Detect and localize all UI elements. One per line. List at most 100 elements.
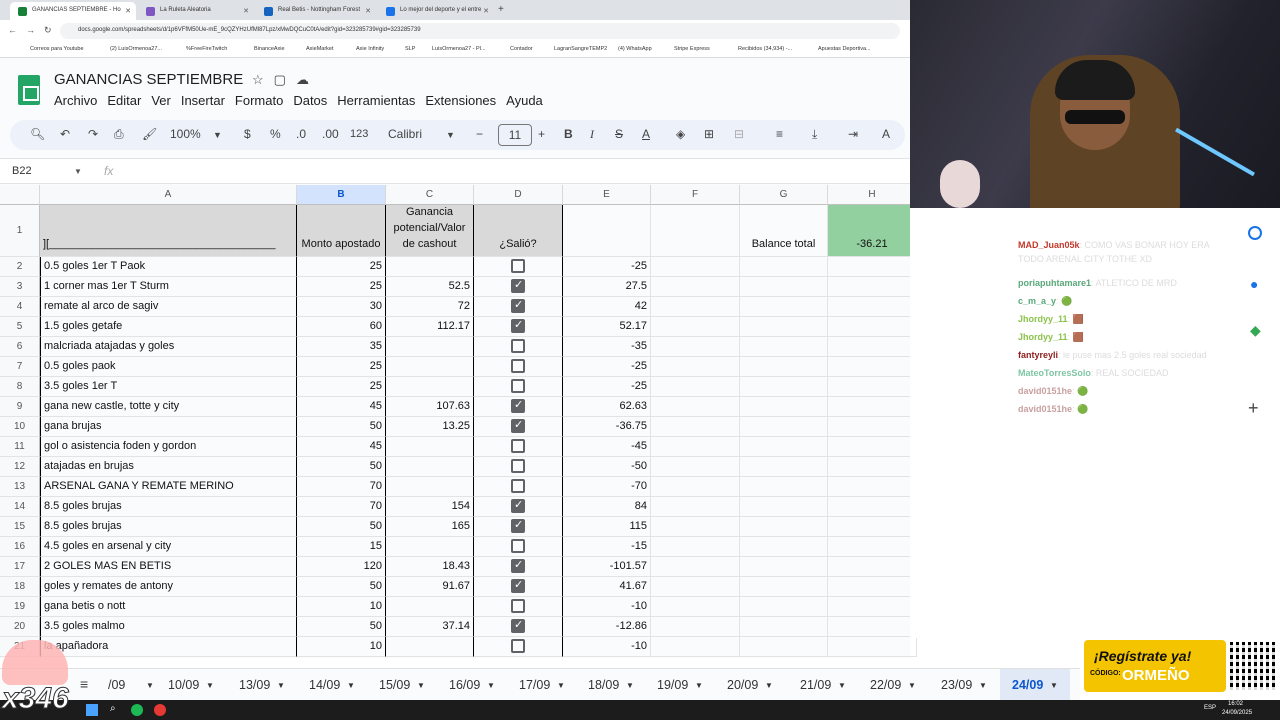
undo-icon[interactable]: ↶ bbox=[60, 127, 70, 141]
stake-cell[interactable]: 25 bbox=[297, 257, 386, 277]
empty-cell[interactable] bbox=[740, 277, 828, 297]
bet-description-cell[interactable]: gana betis o nott bbox=[40, 597, 297, 617]
chevron-down-icon[interactable]: ▼ bbox=[347, 681, 355, 690]
bet-description-cell[interactable]: atajadas en brujas bbox=[40, 457, 297, 477]
increase-decimal-button[interactable]: .00 bbox=[322, 127, 339, 141]
menu-item-extensiones[interactable]: Extensiones bbox=[425, 93, 496, 108]
strikethrough-icon[interactable]: S bbox=[615, 127, 623, 141]
chevron-down-icon[interactable]: ▼ bbox=[908, 681, 916, 690]
empty-cell[interactable] bbox=[651, 317, 740, 337]
bold-icon[interactable]: B bbox=[564, 127, 573, 141]
empty-cell[interactable] bbox=[740, 577, 828, 597]
bookmark-item[interactable]: LuisOrmenoa27 - Pl... bbox=[432, 46, 486, 52]
empty-cell[interactable] bbox=[828, 477, 917, 497]
empty-cell[interactable] bbox=[828, 637, 917, 657]
stake-cell[interactable]: 50 bbox=[297, 577, 386, 597]
result-checkbox-cell[interactable] bbox=[474, 457, 563, 477]
browser-tab-2[interactable]: La Ruleta Aleatoria ✕ bbox=[138, 2, 254, 20]
chevron-down-icon[interactable]: ▼ bbox=[487, 681, 495, 690]
row-header[interactable]: 13 bbox=[0, 477, 40, 497]
chevron-down-icon[interactable]: ▼ bbox=[765, 681, 773, 690]
merge-cells-icon[interactable]: ⊟ bbox=[734, 127, 744, 141]
result-checkbox-cell[interactable] bbox=[474, 277, 563, 297]
empty-cell[interactable] bbox=[828, 317, 917, 337]
stake-cell[interactable]: 50 bbox=[297, 517, 386, 537]
checkbox[interactable] bbox=[511, 578, 525, 593]
column-header-h[interactable]: H bbox=[828, 185, 917, 205]
payout-cell[interactable]: 18.43 bbox=[386, 557, 474, 577]
move-folder-icon[interactable]: ▢ bbox=[274, 72, 296, 87]
chevron-down-icon[interactable]: ▼ bbox=[838, 681, 846, 690]
cloud-status-icon[interactable]: ☁ bbox=[296, 72, 319, 87]
bookmark-item[interactable]: (2) LuisOrmenoa27... bbox=[110, 46, 162, 52]
payout-cell[interactable]: 165 bbox=[386, 517, 474, 537]
payout-cell[interactable] bbox=[386, 357, 474, 377]
empty-cell[interactable] bbox=[740, 497, 828, 517]
chevron-down-icon[interactable]: ▼ bbox=[626, 681, 634, 690]
empty-cell[interactable] bbox=[740, 617, 828, 637]
row-header[interactable]: 5 bbox=[0, 317, 40, 337]
tasks-icon[interactable] bbox=[1248, 226, 1262, 240]
bet-description-cell[interactable]: la apañadora bbox=[40, 637, 297, 657]
bookmark-item[interactable]: Stripe Express bbox=[674, 46, 710, 52]
row-header[interactable]: 18 bbox=[0, 577, 40, 597]
sheet-tab[interactable]: 13/09 bbox=[239, 678, 270, 692]
result-checkbox-cell[interactable] bbox=[474, 437, 563, 457]
empty-cell[interactable] bbox=[651, 337, 740, 357]
net-cell[interactable]: -25 bbox=[563, 357, 651, 377]
net-cell[interactable]: -36.75 bbox=[563, 417, 651, 437]
language-indicator[interactable]: ESP bbox=[1204, 705, 1216, 711]
empty-cell[interactable] bbox=[651, 517, 740, 537]
stake-cell[interactable]: 15 bbox=[297, 537, 386, 557]
result-checkbox-cell[interactable] bbox=[474, 417, 563, 437]
bet-description-cell[interactable]: 8.5 goles brujas bbox=[40, 497, 297, 517]
net-cell[interactable]: 42 bbox=[563, 297, 651, 317]
empty-cell[interactable] bbox=[651, 617, 740, 637]
row-header[interactable]: 19 bbox=[0, 597, 40, 617]
net-cell[interactable]: 41.67 bbox=[563, 577, 651, 597]
horizontal-align-icon[interactable]: ≡ bbox=[776, 127, 783, 141]
stake-cell[interactable]: 50 bbox=[297, 617, 386, 637]
net-cell[interactable]: -35 bbox=[563, 337, 651, 357]
column-header-c[interactable]: C bbox=[386, 185, 474, 205]
empty-cell[interactable] bbox=[651, 537, 740, 557]
bookmark-item[interactable]: Contador bbox=[510, 46, 533, 52]
checkbox[interactable] bbox=[511, 479, 525, 493]
decrease-decimal-button[interactable]: .0 bbox=[296, 127, 306, 141]
checkbox[interactable] bbox=[511, 459, 525, 473]
empty-cell[interactable] bbox=[651, 417, 740, 437]
empty-cell[interactable] bbox=[740, 417, 828, 437]
payout-cell[interactable] bbox=[386, 537, 474, 557]
bet-description-cell[interactable]: 0.5 goles paok bbox=[40, 357, 297, 377]
result-checkbox-cell[interactable] bbox=[474, 377, 563, 397]
result-checkbox-cell[interactable] bbox=[474, 597, 563, 617]
fill-color-icon[interactable]: ◈ bbox=[676, 127, 685, 141]
sheet-tab[interactable]: 16/09 bbox=[449, 678, 480, 692]
column-header-g[interactable]: G bbox=[740, 185, 828, 205]
payout-cell[interactable] bbox=[386, 457, 474, 477]
empty-cell[interactable] bbox=[651, 637, 740, 657]
sheet-tab[interactable]: 24/09 bbox=[1012, 678, 1043, 692]
result-checkbox-cell[interactable] bbox=[474, 637, 563, 657]
star-icon[interactable]: ☆ bbox=[252, 72, 274, 87]
payout-cell[interactable] bbox=[386, 257, 474, 277]
header-cell-c[interactable]: Ganancia potencial/Valor de cashout bbox=[386, 205, 474, 257]
net-cell[interactable]: -45 bbox=[563, 437, 651, 457]
row-header[interactable]: 16 bbox=[0, 537, 40, 557]
checkbox[interactable] bbox=[511, 639, 525, 653]
empty-cell[interactable] bbox=[740, 357, 828, 377]
net-cell[interactable]: -15 bbox=[563, 537, 651, 557]
chevron-down-icon[interactable]: ▼ bbox=[695, 681, 703, 690]
empty-cell[interactable] bbox=[740, 437, 828, 457]
sheet-tab[interactable]: 22/09 bbox=[870, 678, 901, 692]
result-checkbox-cell[interactable] bbox=[474, 517, 563, 537]
empty-cell[interactable] bbox=[651, 497, 740, 517]
net-cell[interactable]: 115 bbox=[563, 517, 651, 537]
bet-description-cell[interactable]: 2 GOLES MAS EN BETIS bbox=[40, 557, 297, 577]
empty-cell[interactable] bbox=[740, 637, 828, 657]
chevron-down-icon[interactable]: ▼ bbox=[213, 130, 222, 140]
payout-cell[interactable]: 91.67 bbox=[386, 577, 474, 597]
chat-username[interactable]: Jhordyy_11 bbox=[1018, 332, 1068, 342]
browser-tab-1[interactable]: GANANCIAS SEPTIEMBRE - Ho ✕ bbox=[10, 2, 136, 20]
checkbox[interactable] bbox=[511, 339, 525, 353]
